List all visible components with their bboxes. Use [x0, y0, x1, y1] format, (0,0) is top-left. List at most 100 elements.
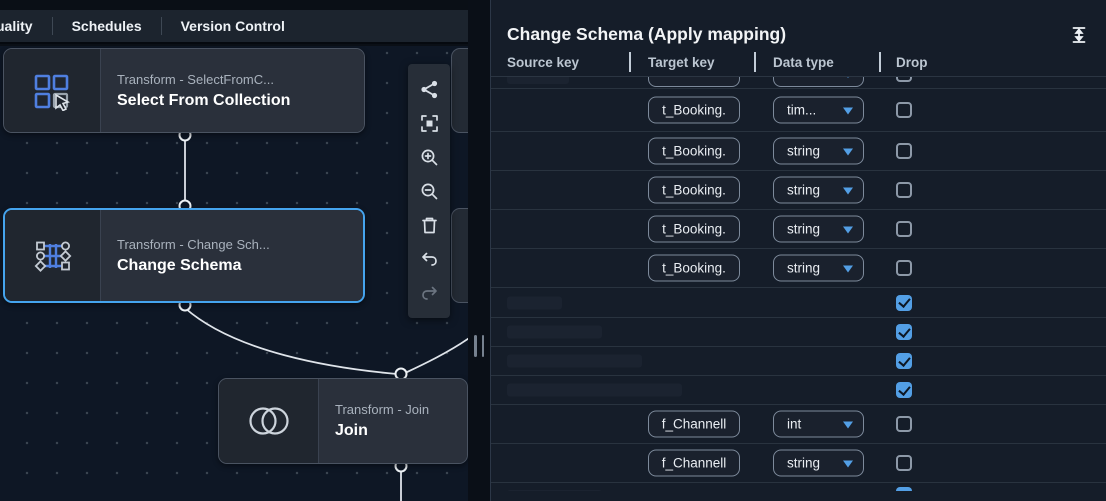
redacted-source-text	[507, 355, 642, 368]
drop-checkbox[interactable]	[896, 221, 912, 237]
table-row: t_Booking. string	[491, 171, 1106, 210]
data-type-value: string	[787, 261, 820, 276]
table-row: t_Booking. tim...	[491, 89, 1106, 132]
data-type-value: string	[787, 183, 820, 198]
vertical-collapse-icon[interactable]	[1070, 26, 1088, 44]
drop-checkbox[interactable]	[896, 487, 912, 491]
target-key-field[interactable]: t_Booking.	[648, 216, 740, 243]
data-type-select[interactable]: string	[773, 255, 864, 282]
data-type-select[interactable]: int	[773, 411, 864, 438]
node-subtitle: Transform - SelectFromC...	[117, 72, 364, 87]
chevron-down-icon	[843, 188, 853, 195]
trash-icon[interactable]	[412, 208, 446, 242]
data-type-value: tim...	[787, 103, 816, 118]
node-join[interactable]: Transform - Join Join	[218, 378, 468, 464]
node-label: Select From Collection	[117, 92, 364, 110]
drop-checkbox[interactable]	[896, 382, 912, 398]
data-type-value: string	[787, 144, 820, 159]
zoom-in-icon[interactable]	[412, 140, 446, 174]
redo-icon[interactable]	[412, 276, 446, 310]
drop-checkbox[interactable]	[896, 416, 912, 432]
data-type-select[interactable]: string	[773, 138, 864, 165]
node-label: Change Schema	[117, 257, 363, 275]
zoom-out-icon[interactable]	[412, 174, 446, 208]
table-row: f_Channell string	[491, 444, 1106, 483]
column-separator	[629, 52, 631, 72]
tab-separator	[52, 17, 53, 35]
data-type-value: string	[787, 456, 820, 471]
drop-checkbox[interactable]	[896, 182, 912, 198]
panel-gap	[468, 0, 490, 501]
tab-version-control[interactable]: Version Control	[181, 18, 285, 34]
column-separator	[754, 52, 756, 72]
node-subtitle: Transform - Join	[335, 402, 467, 417]
drop-checkbox[interactable]	[896, 260, 912, 276]
redacted-source-text	[507, 384, 682, 397]
target-key-field[interactable]: t_Booking.	[648, 255, 740, 282]
table-row	[491, 77, 1106, 89]
node-change-schema[interactable]: Transform - Change Sch... Change Schema	[3, 208, 365, 303]
target-key-field[interactable]: f_Channell	[648, 450, 740, 477]
table-row: t_Booking. string	[491, 249, 1106, 288]
fit-view-icon[interactable]	[412, 106, 446, 140]
drop-checkbox[interactable]	[896, 102, 912, 118]
drop-checkbox[interactable]	[896, 324, 912, 340]
panel-resize-handle[interactable]	[474, 335, 484, 357]
editor-left-region: uality Schedules Version Control	[0, 0, 468, 501]
drop-checkbox[interactable]	[896, 455, 912, 471]
col-data-type: Data type	[773, 55, 834, 70]
chevron-down-icon	[843, 266, 853, 273]
chevron-down-icon	[843, 227, 853, 234]
data-type-select[interactable]: tim...	[773, 97, 864, 124]
redacted-source-text	[507, 296, 562, 309]
data-type-select[interactable]	[773, 77, 864, 87]
collection-grid-cursor-icon	[4, 49, 101, 132]
target-key-field[interactable]: f_Channell	[648, 411, 740, 438]
table-row: t_Booking. string	[491, 132, 1106, 171]
change-schema-panel: Change Schema (Apply mapping) Source key…	[490, 0, 1106, 501]
drop-checkbox[interactable]	[896, 353, 912, 369]
mapping-rows: t_Booking.tim...t_Booking.stringt_Bookin…	[491, 76, 1106, 491]
target-key-field[interactable]: t_Booking.	[648, 97, 740, 124]
clipped-node-partial[interactable]	[451, 48, 468, 133]
table-row: t_Booking. string	[491, 210, 1106, 249]
job-graph-canvas[interactable]: Transform - SelectFromC... Select From C…	[0, 46, 468, 501]
tab-data-quality[interactable]: uality	[0, 18, 33, 34]
col-target-key: Target key	[648, 55, 715, 70]
data-type-value: string	[787, 222, 820, 237]
target-key-field[interactable]: t_Booking.	[648, 177, 740, 204]
data-type-select[interactable]: string	[773, 450, 864, 477]
tab-separator	[161, 17, 162, 35]
table-row	[491, 318, 1106, 347]
table-row	[491, 347, 1106, 376]
table-row	[491, 376, 1106, 405]
undo-icon[interactable]	[412, 242, 446, 276]
drop-checkbox[interactable]	[896, 77, 912, 82]
share-icon[interactable]	[412, 72, 446, 106]
clipped-node-partial[interactable]	[451, 208, 468, 303]
drop-checkbox[interactable]	[896, 143, 912, 159]
table-row	[491, 288, 1106, 318]
chevron-down-icon	[843, 422, 853, 429]
redacted-source-text	[507, 326, 602, 339]
node-label: Join	[335, 422, 467, 440]
target-key-field[interactable]: t_Booking.	[648, 138, 740, 165]
chevron-down-icon	[843, 149, 853, 156]
node-text: Transform - Change Sch... Change Schema	[101, 210, 363, 301]
node-select-from-collection[interactable]: Transform - SelectFromC... Select From C…	[3, 48, 365, 133]
target-key-field[interactable]	[648, 77, 740, 87]
editor-tab-bar: uality Schedules Version Control	[0, 10, 468, 44]
chevron-down-icon	[843, 461, 853, 468]
col-source-key: Source key	[507, 55, 579, 70]
table-row: f_Channell int	[491, 405, 1106, 444]
edge-offscreen-to-join	[405, 336, 468, 373]
redacted-source-text	[507, 490, 602, 491]
app-window: uality Schedules Version Control	[0, 0, 1106, 501]
data-type-select[interactable]: string	[773, 216, 864, 243]
table-row	[491, 483, 1106, 491]
data-type-select[interactable]: string	[773, 177, 864, 204]
chevron-down-icon	[843, 77, 853, 78]
drop-checkbox[interactable]	[896, 295, 912, 311]
schema-mapping-icon	[5, 210, 101, 301]
tab-schedules[interactable]: Schedules	[72, 18, 142, 34]
